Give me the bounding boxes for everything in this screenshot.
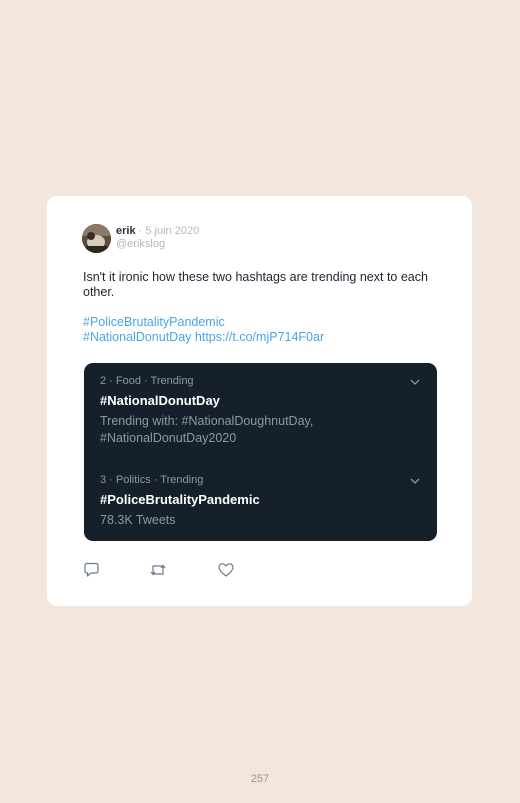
trends-embed[interactable]: 2 · Food · Trending #NationalDonutDay Tr… xyxy=(84,363,437,541)
tweet-links: #PoliceBrutalityPandemic #NationalDonutD… xyxy=(83,315,324,345)
tweet-card: erik · 5 juin 2020 @erikslog Isn't it ir… xyxy=(47,196,472,606)
tweet-text: Isn't it ironic how these two hashtags a… xyxy=(83,270,428,299)
trend-item[interactable]: 2 · Food · Trending #NationalDonutDay Tr… xyxy=(100,375,423,447)
trend-item[interactable]: 3 · Politics · Trending #PoliceBrutality… xyxy=(100,474,423,529)
chevron-down-icon[interactable] xyxy=(409,376,421,388)
heart-icon[interactable] xyxy=(217,562,235,578)
meta-separator: · xyxy=(135,225,146,237)
trend-subtitle: 78.3K Tweets xyxy=(100,513,176,527)
link-row: #NationalDonutDay https://t.co/mjP714F0a… xyxy=(83,330,324,345)
page-number: 257 xyxy=(250,773,270,785)
trend-title: #NationalDonutDay xyxy=(100,393,220,408)
author-handle[interactable]: @erikslog xyxy=(116,238,165,250)
author-line: erik · 5 juin 2020 xyxy=(116,225,199,237)
author-name[interactable]: erik xyxy=(116,225,136,237)
trend-title: #PoliceBrutalityPandemic xyxy=(100,492,260,507)
avatar[interactable] xyxy=(82,224,111,253)
trend-subtitle: Trending with: #NationalDoughnutDay, #Na… xyxy=(100,414,314,445)
url-link[interactable]: https://t.co/mjP714F0ar xyxy=(195,330,324,344)
hashtag-link[interactable]: #PoliceBrutalityPandemic xyxy=(83,315,324,330)
hashtag-link[interactable]: #NationalDonutDay xyxy=(83,330,191,344)
chevron-down-icon[interactable] xyxy=(409,475,421,487)
trend-meta: 3 · Politics · Trending xyxy=(100,474,204,486)
retweet-icon[interactable] xyxy=(149,562,167,578)
trend-meta: 2 · Food · Trending xyxy=(100,375,194,387)
reply-icon[interactable] xyxy=(83,562,101,578)
tweet-date[interactable]: 5 juin 2020 xyxy=(145,225,199,237)
